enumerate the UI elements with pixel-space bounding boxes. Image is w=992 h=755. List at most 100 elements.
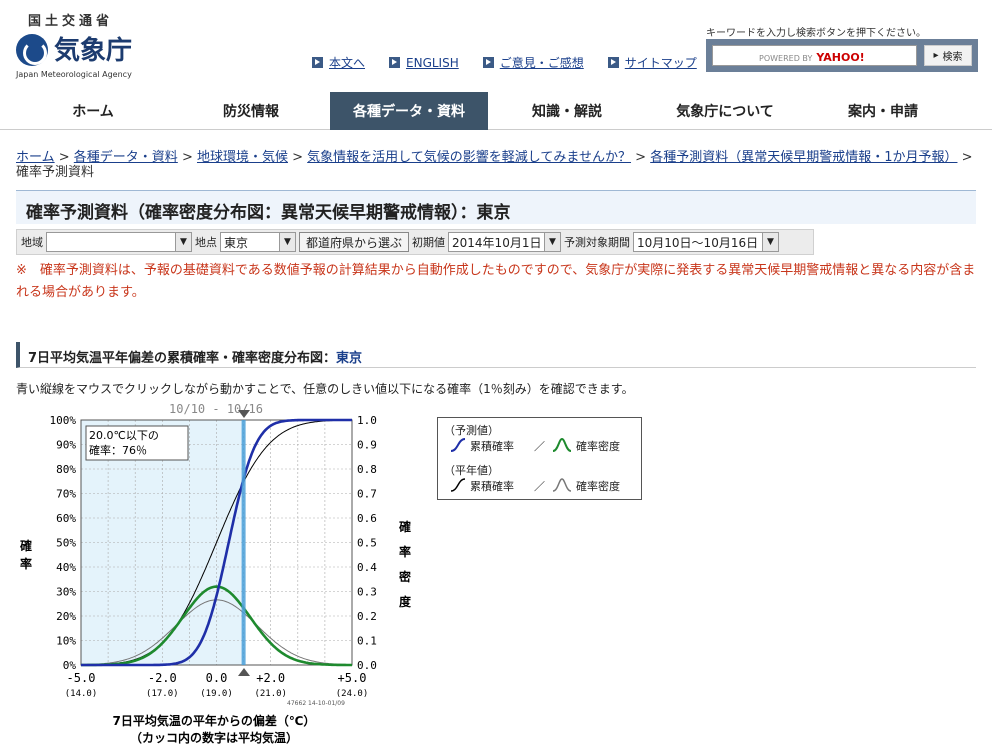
ylabel-left-1: 確: [20, 538, 32, 553]
legend-forecast-label: （予測値）: [444, 424, 499, 437]
right-tick-label: 0.7: [357, 488, 377, 501]
left-tick-label: 70%: [56, 488, 76, 501]
legend-normal-pdf: 確率密度: [576, 480, 620, 493]
agency-name: 気象庁: [54, 36, 133, 66]
right-tick-label: 0.8: [357, 463, 377, 476]
x-tick-label: +5.0: [338, 671, 367, 685]
right-axis-ticks: 1.00.90.80.70.60.50.40.30.20.10.0: [357, 414, 377, 672]
tooltip-line-2: 確率：76％: [89, 443, 147, 457]
ministry-name: 国土交通省: [28, 14, 114, 29]
control-bar: 地域 ▼ 地点 東京 ▼ 都道府県から選ぶ 初期値 2014年10月1日 ▼ 予測対…: [16, 229, 814, 255]
legend-forecast-cdf: 累積確率: [470, 440, 514, 453]
footnote: 47662 14-10-01/09: [287, 700, 345, 707]
xlabel-1: 7日平均気温の平年からの偏差（℃）: [113, 713, 316, 728]
ylabel-right-2: 率: [399, 544, 411, 559]
nav-disaster-info[interactable]: 防災情報: [172, 92, 330, 130]
chevron-down-icon: ▼: [762, 233, 779, 251]
crumb-home[interactable]: ホーム: [16, 150, 55, 165]
search-input[interactable]: POWERED BY YAHOO!: [712, 45, 917, 66]
legend-normal-pdf-icon: [552, 478, 572, 492]
x-subtick-label: (17.0): [146, 689, 179, 699]
chart-description: 青い縦線をマウスでクリックしながら動かすことで、任意のしきい値以下になる確率（1…: [16, 382, 634, 396]
legend-separator: ／: [534, 480, 545, 493]
search-note: キーワードを入力し検索ボタンを押下ください。: [706, 28, 926, 39]
chevron-down-icon: ▼: [544, 233, 561, 251]
link-feedback[interactable]: ご意見・ご感想: [482, 54, 584, 71]
right-tick-label: 0.4: [357, 561, 377, 574]
nav-guide[interactable]: 案内・申請: [804, 92, 962, 130]
legend-forecast-pdf: 確率密度: [576, 440, 620, 453]
x-subtick-label: (24.0): [336, 689, 369, 699]
crumb-data[interactable]: 各種データ・資料: [74, 150, 178, 165]
legend-separator: ／: [534, 440, 545, 453]
probability-chart[interactable]: 10/10 - 10/16 100% 90% 80% 70% 60% 50% 40% 30% 2…: [14, 398, 434, 755]
search-box: POWERED BY YAHOO! ▸ 検索: [706, 39, 978, 72]
breadcrumb: ホーム > 各種データ・資料 > 地球環境・気候 > 気象情報を活用して気候の影…: [16, 150, 973, 180]
agency-name-en: Japan Meteorological Agency: [16, 70, 132, 79]
x-tick-label: +2.0: [256, 671, 285, 685]
ylabel-right-3: 密: [399, 569, 411, 584]
right-tick-label: 0.3: [357, 586, 377, 599]
threshold-line[interactable]: [241, 420, 246, 665]
period-select[interactable]: 10月10日〜10月16日 ▼: [633, 232, 780, 252]
ylabel-right-1: 確: [399, 519, 411, 534]
left-tick-label: 100%: [50, 414, 77, 427]
x-tick-label: -2.0: [148, 671, 177, 685]
legend-normal-label: （平年値）: [444, 464, 499, 477]
nav-home[interactable]: ホーム: [14, 92, 172, 130]
left-tick-label: 50%: [56, 537, 76, 550]
warning-text: ※ 確率予測資料は、予報の基礎資料である数値予報の計算結果から自動作成したもので…: [16, 263, 976, 300]
period-label: 予測対象期間: [564, 236, 631, 249]
x-subtick-label: (21.0): [254, 689, 287, 699]
arrow-icon: [607, 57, 619, 68]
tooltip-line-1: 20.0℃以下の: [89, 429, 159, 442]
chevron-down-icon: ▼: [279, 233, 295, 251]
period-label: 10/10 - 10/16: [169, 402, 263, 416]
left-tick-label: 80%: [56, 463, 76, 476]
chart-legend: （予測値） 累積確率 ／ 確率密度 （平年値） 累積確率 ／ 確率密度: [437, 417, 642, 500]
ylabel-right-4: 度: [399, 594, 412, 609]
xlabel-2: （カッコ内の数字は平均気温）: [130, 730, 298, 745]
ylabel-left-2: 率: [20, 556, 32, 571]
link-sitemap[interactable]: サイトマップ: [607, 54, 697, 71]
x-tick-label: 0.0: [206, 671, 228, 685]
legend-forecast-pdf-icon: [552, 438, 572, 452]
section-heading: 7日平均気温平年偏差の累積確率・確率密度分布図：東京: [16, 342, 976, 368]
right-tick-label: 0.9: [357, 439, 377, 452]
arrow-icon: [312, 57, 323, 68]
jma-logo[interactable]: 国土交通省 気象庁 Japan Meteorological Agency: [14, 8, 154, 80]
arrow-icon: ▸: [933, 50, 939, 61]
crumb-forecast[interactable]: 各種予測資料（異常天候早期警戒情報・1か月予報）: [650, 150, 957, 165]
pref-select-button[interactable]: 都道府県から選ぶ: [299, 232, 410, 252]
region-select[interactable]: ▼: [46, 232, 192, 252]
page-title: 確率予測資料（確率密度分布図：異常天候早期警戒情報）：東京: [16, 190, 976, 224]
crumb-climate[interactable]: 地球環境・気候: [197, 150, 288, 165]
point-select[interactable]: 東京 ▼: [220, 232, 296, 252]
left-tick-label: 20%: [56, 610, 76, 623]
right-tick-label: 1.0: [357, 414, 377, 427]
right-tick-label: 0.5: [357, 537, 377, 550]
chevron-down-icon: ▼: [175, 233, 191, 251]
crumb-current: 確率予測資料: [16, 165, 95, 180]
link-english[interactable]: ENGLISH: [389, 54, 459, 71]
yahoo-logo: YAHOO!: [816, 51, 865, 64]
x-tick-label: -5.0: [67, 671, 96, 685]
legend-forecast-cdf-icon: [450, 438, 466, 452]
left-tick-label: 40%: [56, 561, 76, 574]
left-tick-label: 90%: [56, 439, 76, 452]
nav-data[interactable]: 各種データ・資料: [330, 92, 488, 130]
x-subtick-label: (14.0): [65, 689, 98, 699]
legend-normal-cdf-icon: [450, 478, 466, 492]
threshold-handle-bottom-icon[interactable]: [238, 668, 250, 676]
nav-knowledge[interactable]: 知識・解説: [488, 92, 646, 130]
x-subtick-label: (19.0): [200, 689, 233, 699]
nav-about[interactable]: 気象庁について: [646, 92, 804, 130]
search-button[interactable]: ▸ 検索: [924, 45, 972, 66]
header-links: 本文へ ENGLISH ご意見・ご感想 サイトマップ: [312, 54, 697, 71]
jma-mark-icon: [16, 34, 48, 66]
init-select[interactable]: 2014年10月1日 ▼: [448, 232, 562, 252]
legend-normal-cdf: 累積確率: [470, 480, 514, 493]
link-main-content[interactable]: 本文へ: [312, 54, 365, 71]
left-tick-label: 30%: [56, 586, 76, 599]
crumb-climate-info[interactable]: 気象情報を活用して気候の影響を軽減してみませんか？: [307, 150, 631, 165]
